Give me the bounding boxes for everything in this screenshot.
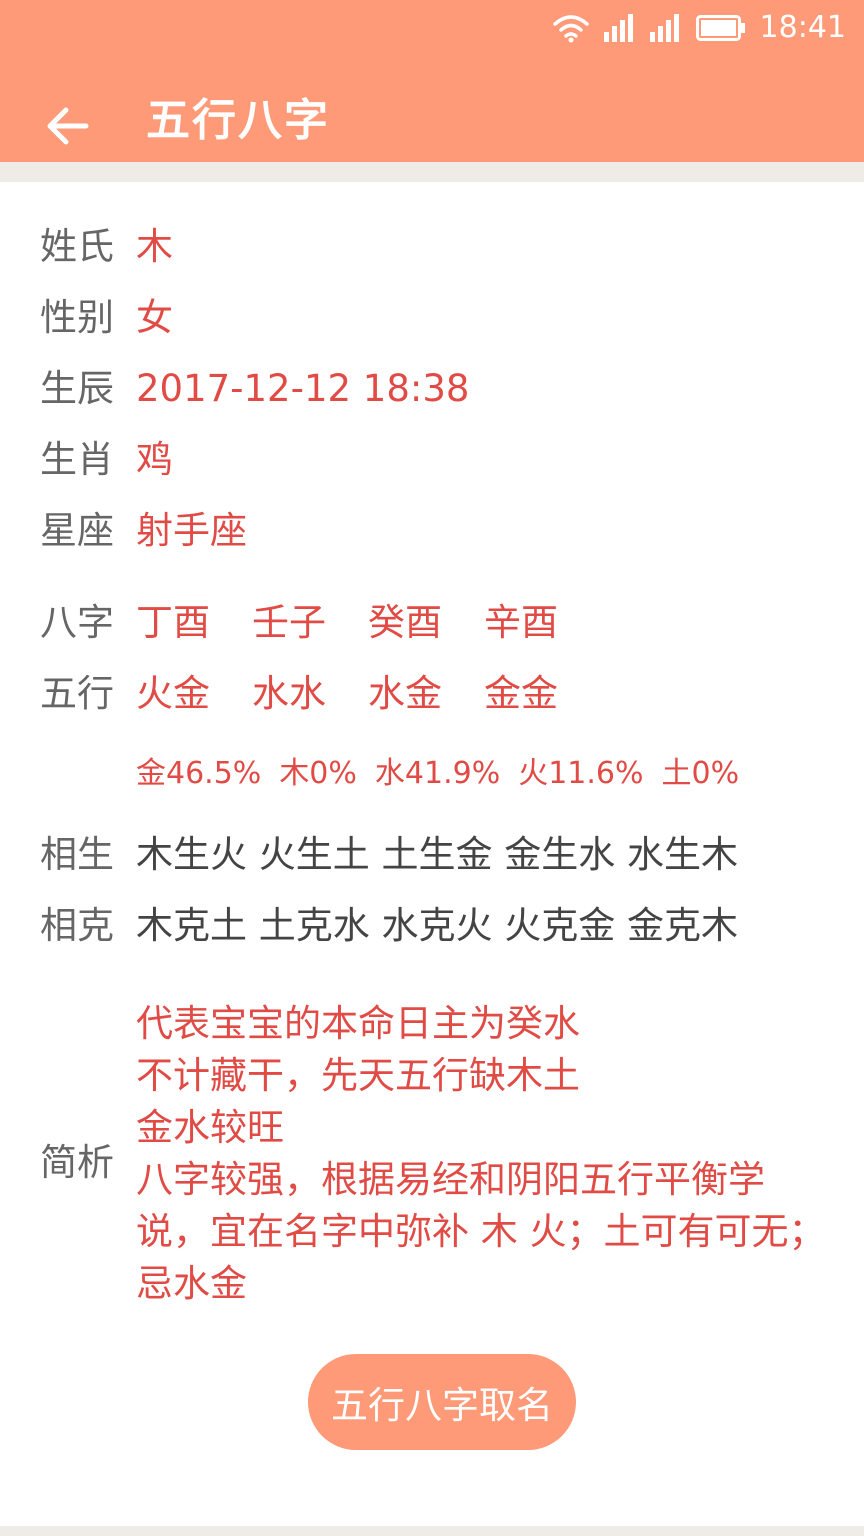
wuxing-row: 五行 火金 水水 水金 金金: [40, 671, 560, 717]
constellation-row: 星座 射手座: [40, 508, 247, 554]
constellation-label: 星座: [40, 509, 114, 552]
surname-label: 姓氏: [40, 225, 114, 268]
bazi-label: 八字: [40, 601, 114, 644]
sheng-label: 相生: [40, 833, 114, 876]
bazi-pillar: 丁酉: [136, 601, 210, 644]
percentage-item: 火11.6%: [518, 756, 644, 791]
analysis-line: 不计藏干，先天五行缺木土: [136, 1054, 580, 1097]
info-card: 姓氏木 性别女 生辰 2017-12-12 18:38 生肖鸡 星座 射手座 八字 …: [0, 182, 864, 1526]
surname-value: 木: [136, 225, 173, 268]
analysis-line: 说，宜在名字中弥补 木 火；土可有可无；: [136, 1210, 826, 1253]
status-icons: 18:41: [552, 10, 846, 45]
analysis-line: 代表宝宝的本命日主为癸水: [136, 1002, 580, 1045]
ke-label: 相克: [40, 904, 114, 947]
zodiac-row: 生肖鸡: [40, 437, 173, 483]
analysis-line: 八字较强，根据易经和阴阳五行平衡学: [136, 1158, 765, 1201]
bazi-pillar: 辛酉: [484, 601, 558, 644]
percentage-item: 水41.9%: [374, 756, 501, 791]
ke-value: 木克土 土克水 水克火 火克金 金克木: [136, 904, 739, 947]
gender-row: 性别女: [40, 295, 173, 341]
wuxing-percentages: 金46.5% 木0% 水41.9% 火11.6% 土0%: [136, 748, 757, 792]
percentage-item: 金46.5%: [136, 756, 262, 791]
bazi-row: 八字 丁酉 壬子 癸酉 辛酉: [40, 600, 560, 646]
constellation-value: 射手座: [136, 509, 247, 552]
page-title: 五行八字: [146, 95, 330, 146]
birth-label: 生辰: [40, 367, 114, 410]
bazi-pillar: 壬子: [252, 601, 326, 644]
analysis-line: 忌水金: [136, 1262, 247, 1305]
wuxing-pillar: 水金: [368, 672, 442, 715]
naming-button[interactable]: 五行八字取名: [308, 1354, 576, 1450]
birth-row: 生辰 2017-12-12 18:38: [40, 366, 469, 412]
arrow-left-icon[interactable]: [40, 98, 96, 154]
zodiac-value: 鸡: [136, 438, 173, 481]
analysis-text: 代表宝宝的本命日主为癸水 不计藏干，先天五行缺木土 金水较旺 八字较强，根据易经…: [136, 998, 836, 1310]
surname-row: 姓氏木: [40, 224, 173, 270]
percentage-item: 木0%: [279, 756, 357, 791]
wifi-icon: [552, 14, 589, 42]
status-time: 18:41: [759, 10, 846, 45]
sheng-row: 相生 木生火 火生土 土生金 金生水 水生木: [40, 832, 738, 878]
analysis-label: 简析: [40, 1141, 114, 1184]
analysis-line: 金水较旺: [136, 1106, 284, 1149]
status-bar: 18:41: [0, 0, 864, 58]
birth-value: 2017-12-12 18:38: [136, 367, 470, 410]
gender-label: 性别: [40, 296, 114, 339]
signal-icon: [603, 13, 633, 42]
sheng-value: 木生火 火生土 土生金 金生水 水生木: [136, 833, 739, 876]
wuxing-pillar: 水水: [252, 672, 326, 715]
signal-icon-2: [649, 13, 679, 42]
app-bar: 五行八字: [0, 58, 864, 162]
wuxing-pillar: 金金: [484, 672, 558, 715]
percentage-item: 土0%: [661, 756, 740, 791]
ke-row: 相克 木克土 土克水 水克火 火克金 金克木: [40, 903, 738, 949]
battery-icon: [695, 14, 745, 41]
wuxing-label: 五行: [40, 672, 114, 715]
wuxing-pillar: 火金: [136, 672, 210, 715]
bazi-pillar: 癸酉: [368, 601, 442, 644]
gender-value: 女: [136, 296, 173, 339]
zodiac-label: 生肖: [40, 438, 114, 481]
